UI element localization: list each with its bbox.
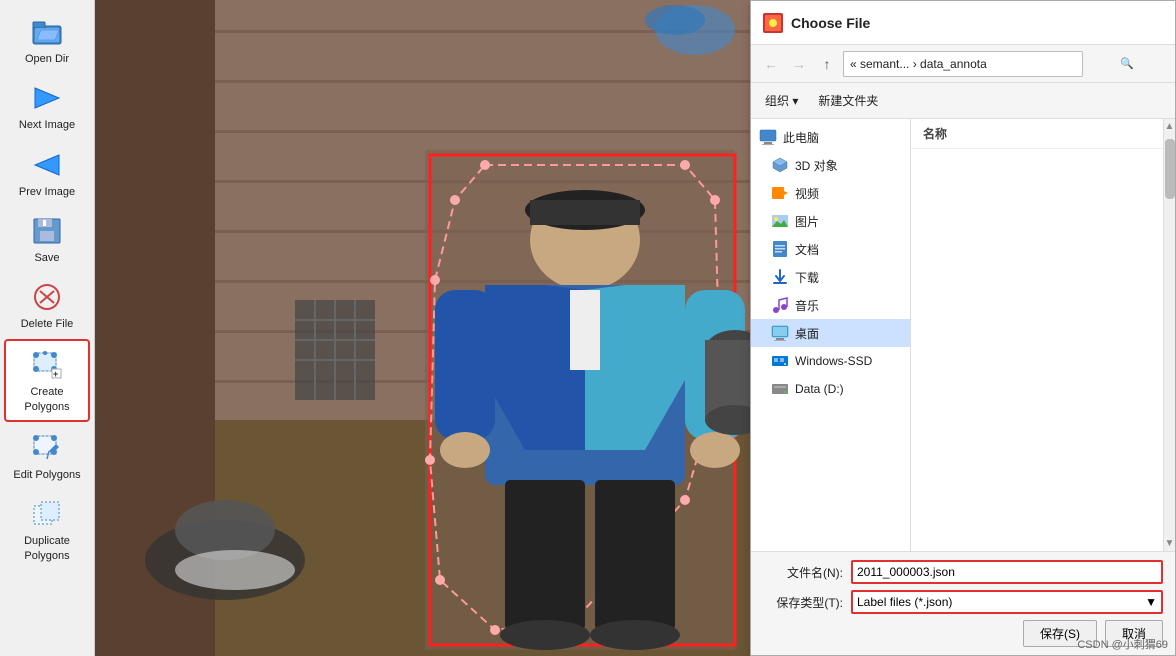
delete-file-label: Delete File bbox=[21, 317, 74, 331]
tree-item-videos[interactable]: 视频 bbox=[751, 179, 910, 207]
tree-label-3d: 3D 对象 bbox=[795, 157, 838, 174]
nav-forward-button[interactable]: → bbox=[787, 52, 811, 76]
tree-item-3d[interactable]: 3D 对象 bbox=[751, 151, 910, 179]
filetype-row: 保存类型(T): Label files (*.json) ▼ bbox=[763, 590, 1163, 614]
dialog-title: Choose File bbox=[791, 15, 870, 31]
watermark: CSDN @小刺猬69 bbox=[1077, 636, 1168, 652]
tree-label-downloads: 下载 bbox=[795, 269, 819, 286]
tree-label-windows-ssd: Windows-SSD bbox=[795, 354, 872, 368]
duplicate-polygons-icon bbox=[29, 496, 65, 532]
filename-input[interactable] bbox=[851, 560, 1163, 584]
toolbar: Open Dir Next Image Prev Image S bbox=[0, 0, 95, 656]
file-list[interactable]: 名称 bbox=[911, 119, 1163, 551]
canvas-area[interactable] bbox=[95, 0, 760, 656]
nav-back-button[interactable]: ← bbox=[759, 52, 783, 76]
scrollbar-area[interactable]: ▲ ▼ bbox=[1163, 119, 1175, 551]
open-dir-button[interactable]: Open Dir bbox=[4, 8, 90, 72]
save-icon bbox=[29, 213, 65, 249]
scroll-up-button[interactable]: ▲ bbox=[1164, 119, 1175, 132]
create-polygons-button[interactable]: + Create Polygons bbox=[4, 339, 90, 422]
scrollbar-thumb[interactable] bbox=[1165, 139, 1175, 199]
picture-icon bbox=[771, 212, 789, 230]
tree-label-videos: 视频 bbox=[795, 185, 819, 202]
file-list-header: 名称 bbox=[911, 119, 1163, 149]
edit-polygons-button[interactable]: Edit Polygons bbox=[4, 424, 90, 488]
tree-label-desktop: 桌面 bbox=[795, 325, 819, 342]
edit-polygons-icon bbox=[29, 430, 65, 466]
save-button[interactable]: Save bbox=[4, 207, 90, 271]
windows-ssd-icon bbox=[771, 352, 789, 370]
svg-text:+: + bbox=[53, 369, 58, 379]
open-dir-label: Open Dir bbox=[25, 52, 69, 66]
scroll-down-button[interactable]: ▼ bbox=[1164, 538, 1175, 549]
next-image-icon bbox=[29, 80, 65, 116]
tree-label-this-pc: 此电脑 bbox=[783, 129, 819, 146]
tree-item-downloads[interactable]: 下载 bbox=[751, 263, 910, 291]
create-polygons-icon: + bbox=[29, 347, 65, 383]
dialog-titlebar: Choose File bbox=[751, 1, 1175, 45]
duplicate-polygons-button[interactable]: Duplicate Polygons bbox=[4, 490, 90, 569]
tree-item-this-pc[interactable]: 此电脑 bbox=[751, 123, 910, 151]
tree-item-data-d[interactable]: Data (D:) bbox=[751, 375, 910, 403]
prev-image-label: Prev Image bbox=[19, 185, 75, 199]
duplicate-polygons-label: Duplicate Polygons bbox=[8, 534, 86, 563]
filetype-label: 保存类型(T): bbox=[763, 594, 843, 611]
document-icon bbox=[771, 240, 789, 258]
video-icon bbox=[771, 184, 789, 202]
dropdown-arrow: ▼ bbox=[1145, 595, 1157, 609]
prev-image-button[interactable]: Prev Image bbox=[4, 141, 90, 205]
prev-image-icon bbox=[29, 147, 65, 183]
save-label: Save bbox=[34, 251, 59, 265]
next-image-button[interactable]: Next Image bbox=[4, 74, 90, 138]
filetype-dropdown[interactable]: Label files (*.json) ▼ bbox=[851, 590, 1163, 614]
tree-item-documents[interactable]: 文档 bbox=[751, 235, 910, 263]
breadcrumb-text: « semant... › data_annota bbox=[850, 57, 987, 71]
open-dir-icon bbox=[29, 14, 65, 50]
organize-button[interactable]: 组织 ▾ bbox=[759, 89, 804, 112]
tree-item-music[interactable]: 音乐 bbox=[751, 291, 910, 319]
edit-polygons-label: Edit Polygons bbox=[13, 468, 80, 482]
sidebar-tree: 此电脑 3D 对象 视频 bbox=[751, 119, 911, 551]
create-polygons-label: Create Polygons bbox=[10, 385, 84, 414]
nav-up-button[interactable]: ↑ bbox=[815, 52, 839, 76]
file-dialog: Choose File ← → ↑ « semant... › data_ann… bbox=[750, 0, 1176, 656]
drive-d-icon bbox=[771, 380, 789, 398]
tree-label-music: 音乐 bbox=[795, 297, 819, 314]
new-folder-button[interactable]: 新建文件夹 bbox=[812, 89, 884, 112]
dialog-app-icon bbox=[763, 13, 783, 33]
next-image-label: Next Image bbox=[19, 118, 75, 132]
nav-search-button[interactable]: 🔍 bbox=[1087, 52, 1167, 76]
tree-item-windows-ssd[interactable]: Windows-SSD bbox=[751, 347, 910, 375]
filetype-value: Label files (*.json) bbox=[857, 595, 952, 609]
dialog-nav: ← → ↑ « semant... › data_annota 🔍 bbox=[751, 45, 1175, 83]
tree-item-desktop[interactable]: 桌面 bbox=[751, 319, 910, 347]
tree-label-documents: 文档 bbox=[795, 241, 819, 258]
dialog-body: 此电脑 3D 对象 视频 bbox=[751, 119, 1175, 551]
3d-icon bbox=[771, 156, 789, 174]
filename-row: 文件名(N): bbox=[763, 560, 1163, 584]
music-icon bbox=[771, 296, 789, 314]
pc-icon bbox=[759, 128, 777, 146]
tree-label-pictures: 图片 bbox=[795, 213, 819, 230]
breadcrumb-bar: « semant... › data_annota bbox=[843, 51, 1083, 77]
desktop-icon bbox=[771, 324, 789, 342]
tree-item-pictures[interactable]: 图片 bbox=[751, 207, 910, 235]
download-icon bbox=[771, 268, 789, 286]
delete-icon bbox=[29, 279, 65, 315]
filename-label: 文件名(N): bbox=[763, 564, 843, 581]
dialog-toolbar: 组织 ▾ 新建文件夹 bbox=[751, 83, 1175, 119]
tree-label-data-d: Data (D:) bbox=[795, 382, 844, 396]
delete-file-button[interactable]: Delete File bbox=[4, 273, 90, 337]
